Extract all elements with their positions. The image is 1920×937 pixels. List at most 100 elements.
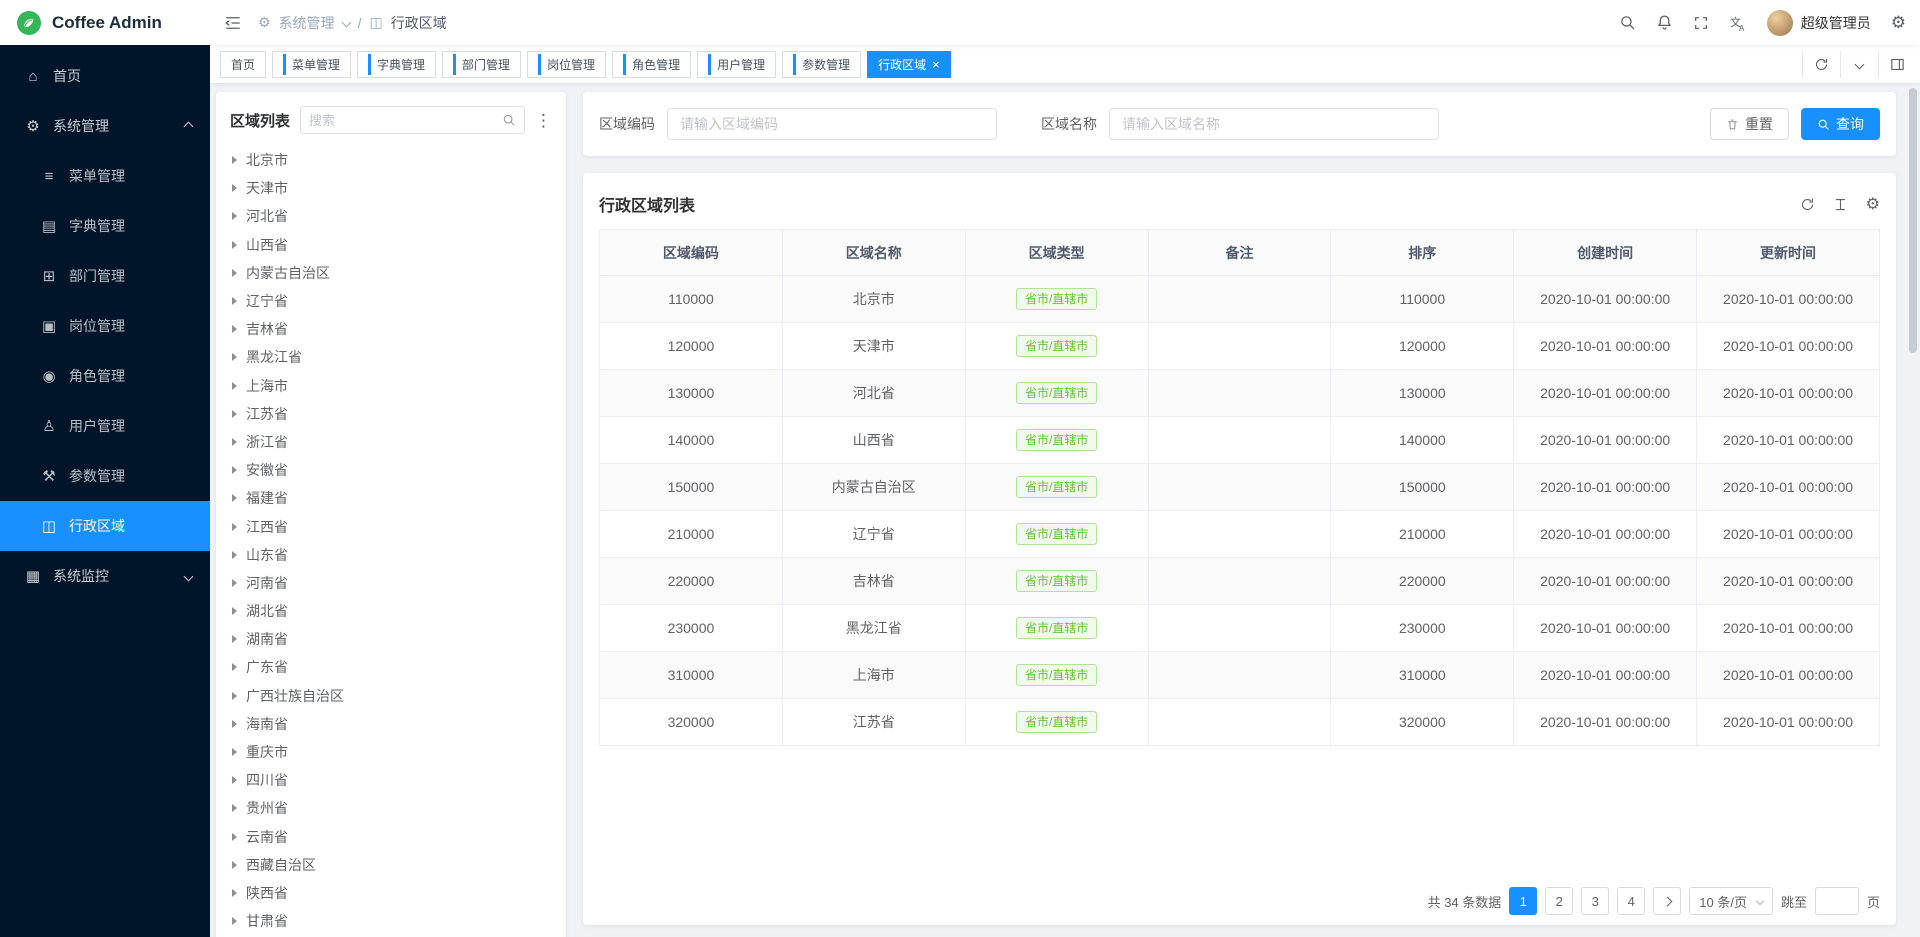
tree-item[interactable]: 四川省 <box>230 766 552 794</box>
caret-right-icon[interactable] <box>232 635 237 643</box>
tree-item[interactable]: 江西省 <box>230 512 552 540</box>
bell-icon[interactable] <box>1656 14 1673 31</box>
page-scrollbar[interactable] <box>1909 88 1917 353</box>
tree-item[interactable]: 河北省 <box>230 202 552 230</box>
tab[interactable]: 角色管理 <box>612 51 691 78</box>
tab[interactable]: 首页 <box>220 51 266 78</box>
caret-right-icon[interactable] <box>232 692 237 700</box>
caret-right-icon[interactable] <box>232 382 237 390</box>
refresh-icon[interactable] <box>1802 51 1840 78</box>
sidebar-submenu-item[interactable]: ⚒ 参数管理 <box>0 451 210 501</box>
page-button[interactable]: 3 <box>1581 887 1609 915</box>
refresh-icon[interactable] <box>1800 197 1815 212</box>
caret-right-icon[interactable] <box>232 297 237 305</box>
tree-item[interactable]: 贵州省 <box>230 794 552 822</box>
tree-item[interactable]: 安徽省 <box>230 456 552 484</box>
jump-page-input[interactable] <box>1815 887 1859 915</box>
reset-button[interactable]: 重置 <box>1710 108 1789 140</box>
table-row[interactable]: 140000 山西省 省市/直辖市 140000 2020-10-01 00:0… <box>600 417 1880 464</box>
table-row[interactable]: 320000 江苏省 省市/直辖市 320000 2020-10-01 00:0… <box>600 699 1880 746</box>
breadcrumb-section[interactable]: 系统管理 <box>279 13 335 33</box>
tab[interactable]: 部门管理 <box>442 51 521 78</box>
row-density-icon[interactable] <box>1833 197 1848 212</box>
fullscreen-icon[interactable] <box>1693 15 1709 31</box>
sidebar-group-system[interactable]: ⚙ 系统管理 <box>0 101 210 151</box>
tree-item[interactable]: 山西省 <box>230 231 552 259</box>
page-button[interactable]: 2 <box>1545 887 1573 915</box>
settings-gear-icon[interactable] <box>1891 13 1906 33</box>
sidebar-submenu-item[interactable]: ≡ 菜单管理 <box>0 151 210 201</box>
tree-search-input[interactable] <box>309 113 496 128</box>
sidebar-submenu-item[interactable]: ▣ 岗位管理 <box>0 301 210 351</box>
tree-item[interactable]: 广西壮族自治区 <box>230 682 552 710</box>
caret-right-icon[interactable] <box>232 861 237 869</box>
sidebar-submenu-item[interactable]: ♙ 用户管理 <box>0 401 210 451</box>
caret-right-icon[interactable] <box>232 748 237 756</box>
table-row[interactable]: 130000 河北省 省市/直辖市 130000 2020-10-01 00:0… <box>600 370 1880 417</box>
caret-right-icon[interactable] <box>232 184 237 192</box>
tab[interactable]: 行政区域 <box>867 51 951 78</box>
column-settings-icon[interactable] <box>1866 194 1880 214</box>
table-row[interactable]: 210000 辽宁省 省市/直辖市 210000 2020-10-01 00:0… <box>600 511 1880 558</box>
table-row[interactable]: 120000 天津市 省市/直辖市 120000 2020-10-01 00:0… <box>600 323 1880 370</box>
tree-item[interactable]: 甘肃省 <box>230 907 552 935</box>
tab[interactable]: 菜单管理 <box>272 51 351 78</box>
tree-more-icon[interactable] <box>535 112 552 129</box>
tree-item[interactable]: 云南省 <box>230 823 552 851</box>
user-menu[interactable]: 超级管理员 <box>1767 10 1871 36</box>
table-row[interactable]: 110000 北京市 省市/直辖市 110000 2020-10-01 00:0… <box>600 276 1880 323</box>
caret-right-icon[interactable] <box>232 579 237 587</box>
tree-item[interactable]: 海南省 <box>230 710 552 738</box>
tab-close-icon[interactable] <box>932 58 940 71</box>
sidebar-item-home[interactable]: ⌂ 首页 <box>0 51 210 101</box>
search-button[interactable]: 查询 <box>1801 108 1880 140</box>
tab[interactable]: 参数管理 <box>782 51 861 78</box>
caret-right-icon[interactable] <box>232 269 237 277</box>
tree-item[interactable]: 内蒙古自治区 <box>230 259 552 287</box>
tree-item[interactable]: 黑龙江省 <box>230 343 552 371</box>
tree-item[interactable]: 湖北省 <box>230 597 552 625</box>
tree-item[interactable]: 陕西省 <box>230 879 552 907</box>
tree-item[interactable]: 重庆市 <box>230 738 552 766</box>
sidebar-submenu-item[interactable]: ⊞ 部门管理 <box>0 251 210 301</box>
tree-item[interactable]: 湖南省 <box>230 625 552 653</box>
sidebar-group-monitor[interactable]: ▦ 系统监控 <box>0 551 210 601</box>
caret-right-icon[interactable] <box>232 889 237 897</box>
tree-item[interactable]: 浙江省 <box>230 428 552 456</box>
caret-right-icon[interactable] <box>232 607 237 615</box>
table-row[interactable]: 310000 上海市 省市/直辖市 310000 2020-10-01 00:0… <box>600 652 1880 699</box>
tree-item[interactable]: 山东省 <box>230 541 552 569</box>
caret-right-icon[interactable] <box>232 494 237 502</box>
collapse-sidebar-icon[interactable] <box>224 14 242 32</box>
caret-right-icon[interactable] <box>232 410 237 418</box>
caret-right-icon[interactable] <box>232 156 237 164</box>
tree-item[interactable]: 江苏省 <box>230 400 552 428</box>
tree-item[interactable]: 上海市 <box>230 372 552 400</box>
sidebar-submenu-item[interactable]: ◉ 角色管理 <box>0 351 210 401</box>
tree-item[interactable]: 河南省 <box>230 569 552 597</box>
caret-right-icon[interactable] <box>232 720 237 728</box>
tab[interactable]: 字典管理 <box>357 51 436 78</box>
tree-item[interactable]: 辽宁省 <box>230 287 552 315</box>
caret-right-icon[interactable] <box>232 917 237 925</box>
layout-panel-icon[interactable] <box>1878 51 1916 78</box>
caret-right-icon[interactable] <box>232 353 237 361</box>
table-row[interactable]: 150000 内蒙古自治区 省市/直辖市 150000 2020-10-01 0… <box>600 464 1880 511</box>
tree-item[interactable]: 北京市 <box>230 146 552 174</box>
search-icon[interactable] <box>1619 14 1636 31</box>
next-page-button[interactable] <box>1653 887 1681 915</box>
tab[interactable]: 用户管理 <box>697 51 776 78</box>
caret-right-icon[interactable] <box>232 241 237 249</box>
tree-item[interactable]: 天津市 <box>230 174 552 202</box>
caret-right-icon[interactable] <box>232 466 237 474</box>
page-size-select[interactable]: 10 条/页 <box>1689 887 1773 915</box>
caret-right-icon[interactable] <box>232 833 237 841</box>
page-button[interactable]: 4 <box>1617 887 1645 915</box>
region-name-input[interactable] <box>1109 108 1439 140</box>
tree-item[interactable]: 吉林省 <box>230 315 552 343</box>
caret-right-icon[interactable] <box>232 663 237 671</box>
caret-right-icon[interactable] <box>232 804 237 812</box>
tree-item[interactable]: 福建省 <box>230 484 552 512</box>
page-button[interactable]: 1 <box>1509 887 1537 915</box>
tree-item[interactable]: 西藏自治区 <box>230 851 552 879</box>
